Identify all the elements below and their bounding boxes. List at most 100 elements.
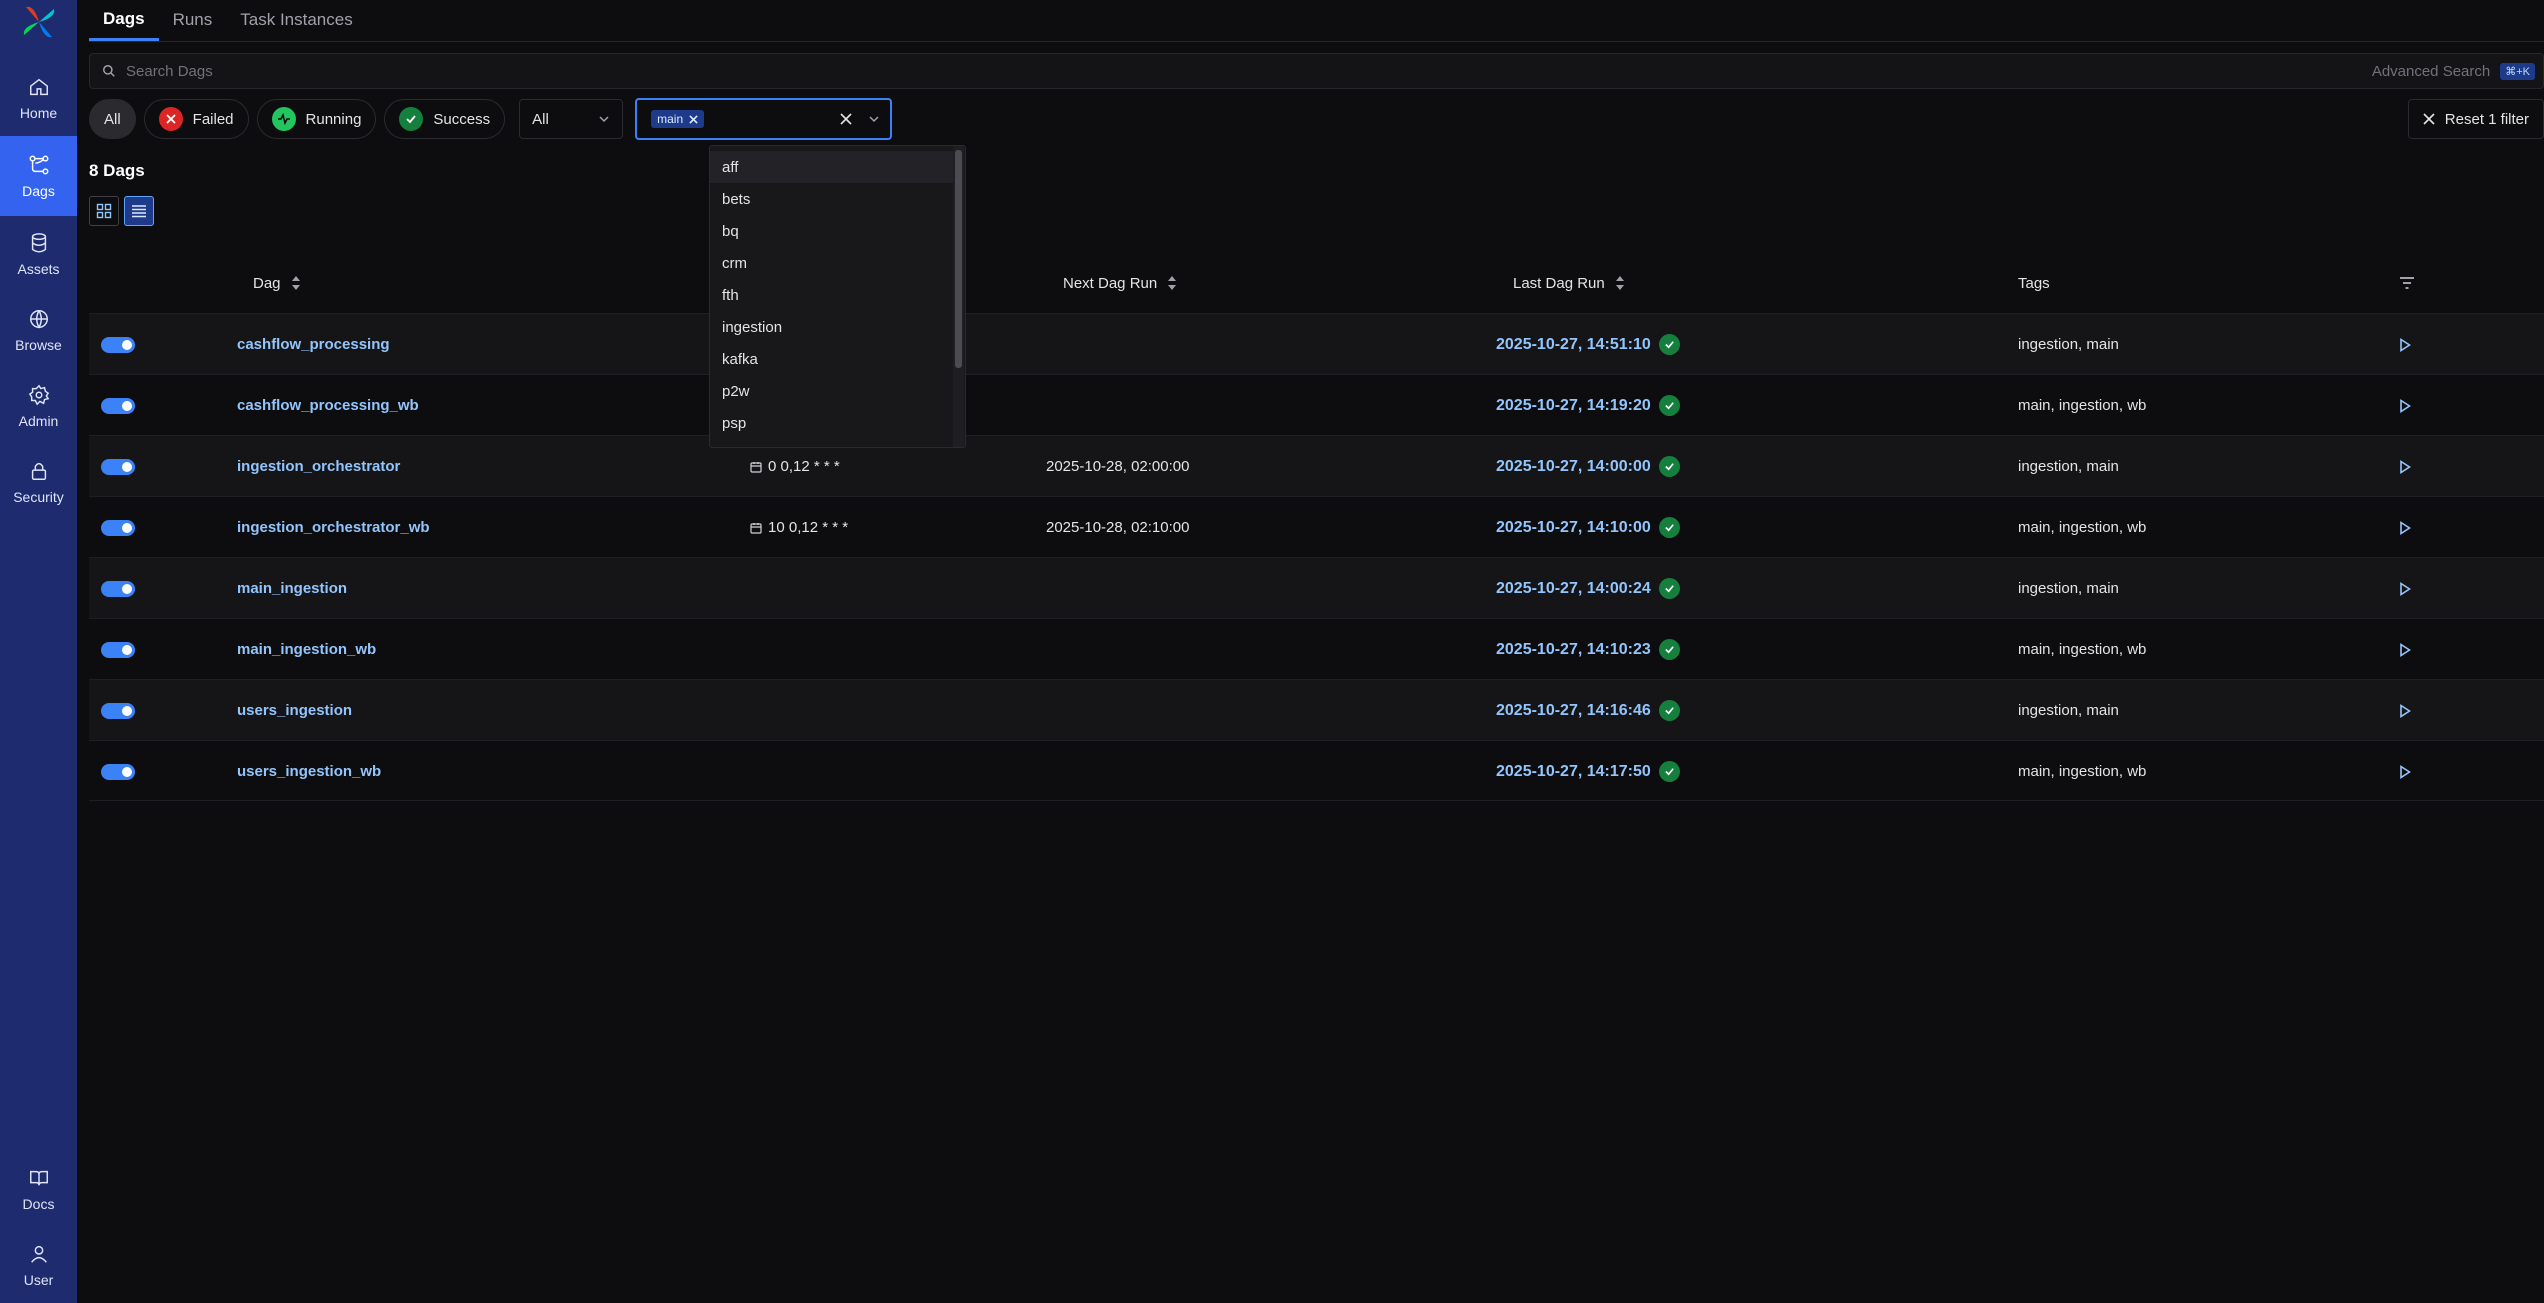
col-dag[interactable]: Dag <box>253 275 301 292</box>
tag-option[interactable]: psp <box>710 407 954 439</box>
dag-cell: main_ingestion_wb <box>237 619 376 680</box>
last-run-link[interactable]: 2025-10-27, 14:10:23 <box>1496 641 1651 659</box>
tag-option[interactable]: crm <box>710 247 954 279</box>
tag-option[interactable]: ingestion <box>710 311 954 343</box>
play-icon[interactable] <box>2399 459 2411 474</box>
filter-all[interactable]: All <box>89 99 136 139</box>
play-icon[interactable] <box>2399 642 2411 657</box>
dag-link[interactable]: cashflow_processing <box>237 336 390 353</box>
pause-toggle[interactable] <box>101 763 135 780</box>
filter-failed[interactable]: Failed <box>143 99 249 139</box>
book-icon <box>29 1170 48 1185</box>
card-view-button[interactable] <box>89 196 119 226</box>
nav-browse[interactable]: Browse <box>0 292 77 368</box>
tag-option[interactable]: aff <box>710 151 954 183</box>
col-next-run[interactable]: Next Dag Run <box>1063 275 1177 292</box>
pause-toggle[interactable] <box>101 702 135 719</box>
last-run-link[interactable]: 2025-10-27, 14:51:10 <box>1496 336 1651 354</box>
state-select[interactable]: All <box>519 99 624 139</box>
dag-link[interactable]: main_ingestion_wb <box>237 641 376 658</box>
pause-toggle[interactable] <box>101 458 135 475</box>
tag-option[interactable]: bets <box>710 183 954 215</box>
pinwheel-logo-icon <box>23 6 54 38</box>
filter-running[interactable]: Running <box>256 99 377 139</box>
table-view-button[interactable] <box>124 196 154 226</box>
dropdown-scrollbar[interactable] <box>955 150 962 368</box>
dag-cell: cashflow_processing <box>237 314 390 375</box>
search-bar[interactable]: Search Dags Advanced Search ⌘+K <box>89 53 2544 89</box>
dag-link[interactable]: users_ingestion <box>237 702 352 719</box>
sort-icon <box>1615 276 1624 290</box>
tab-runs[interactable]: Runs <box>159 0 227 41</box>
last-run-link[interactable]: 2025-10-27, 14:00:24 <box>1496 580 1651 598</box>
dag-link[interactable]: main_ingestion <box>237 580 347 597</box>
nav-assets[interactable]: Assets <box>0 216 77 292</box>
success-icon <box>1658 639 1680 660</box>
dag-link[interactable]: users_ingestion_wb <box>237 763 381 780</box>
col-tags-label: Tags <box>2018 274 2050 292</box>
filter-success[interactable]: Success <box>384 99 506 139</box>
nav-user[interactable]: User <box>0 1227 77 1303</box>
dags-table: Dag Next Dag Run Last Dag Run Tags cashf… <box>89 253 2544 801</box>
play-icon[interactable] <box>2399 764 2411 779</box>
tags-text: main, ingestion, wb <box>2018 519 2147 536</box>
search-input[interactable]: Search Dags <box>126 63 2372 80</box>
gear-icon <box>28 384 49 405</box>
play-icon[interactable] <box>2399 703 2411 718</box>
calendar-icon <box>750 522 762 534</box>
last-run-link[interactable]: 2025-10-27, 14:19:20 <box>1496 397 1651 415</box>
tag-dropdown: aff bets bq crm fth ingestion kafka p2w psp <box>709 145 966 448</box>
sort-icon <box>291 276 300 290</box>
play-icon[interactable] <box>2399 398 2411 413</box>
chevron-down-icon[interactable] <box>868 113 880 125</box>
last-run-link[interactable]: 2025-10-27, 14:17:50 <box>1496 763 1651 781</box>
tag-option[interactable]: p2w <box>710 375 954 407</box>
reset-filters-button[interactable]: Reset 1 filter <box>2407 99 2544 139</box>
last-run-link[interactable]: 2025-10-27, 14:16:46 <box>1496 702 1651 720</box>
dag-link[interactable]: ingestion_orchestrator <box>237 458 400 475</box>
pause-toggle[interactable] <box>101 641 135 658</box>
schedule-text: 10 0,12 * * * <box>768 519 849 536</box>
dag-link[interactable]: ingestion_orchestrator_wb <box>237 519 430 536</box>
col-last-run-label: Last Dag Run <box>1513 274 1605 292</box>
nav-dags[interactable]: Dags <box>0 136 77 216</box>
pause-toggle[interactable] <box>101 336 135 353</box>
tab-task-instances[interactable]: Task Instances <box>226 0 366 41</box>
last-run-link[interactable]: 2025-10-27, 14:00:00 <box>1496 458 1651 476</box>
last-run-cell: 2025-10-27, 14:19:20 <box>1496 375 1680 436</box>
tags-cell: main, ingestion, wb <box>2018 619 2146 680</box>
tag-select[interactable]: main <box>635 98 893 140</box>
chevron-down-icon <box>599 116 609 123</box>
nav-assets-label: Assets <box>17 260 60 277</box>
lock-icon <box>31 462 46 480</box>
play-icon[interactable] <box>2399 581 2411 596</box>
airflow-logo[interactable] <box>17 0 61 44</box>
advanced-search-link[interactable]: Advanced Search <box>2372 63 2490 80</box>
dag-count: 8 Dags <box>89 161 145 180</box>
trigger-cell <box>2399 314 2411 375</box>
col-last-run[interactable]: Last Dag Run <box>1513 275 1625 292</box>
dags-icon <box>29 155 48 174</box>
tag-option[interactable]: bq <box>710 215 954 247</box>
last-run-cell: 2025-10-27, 14:00:00 <box>1496 436 1680 497</box>
play-icon[interactable] <box>2399 337 2411 352</box>
pause-toggle[interactable] <box>101 580 135 597</box>
last-run-cell: 2025-10-27, 14:51:10 <box>1496 314 1680 375</box>
pause-toggle[interactable] <box>101 397 135 414</box>
nav-docs[interactable]: Docs <box>0 1151 77 1227</box>
last-run-link[interactable]: 2025-10-27, 14:10:00 <box>1496 519 1651 537</box>
nav-security[interactable]: Security <box>0 444 77 520</box>
column-settings-button[interactable] <box>2399 276 2415 290</box>
tag-option[interactable]: fth <box>710 279 954 311</box>
play-icon[interactable] <box>2399 520 2411 535</box>
shortcut-badge: ⌘+K <box>2500 62 2535 80</box>
toggle-cell <box>101 680 135 741</box>
tab-dags[interactable]: Dags <box>89 0 159 41</box>
dag-link[interactable]: cashflow_processing_wb <box>237 397 419 414</box>
clear-icon[interactable] <box>840 113 852 125</box>
remove-tag-icon[interactable] <box>689 114 698 124</box>
tag-option[interactable]: kafka <box>710 343 954 375</box>
nav-home[interactable]: Home <box>0 60 77 136</box>
pause-toggle[interactable] <box>101 519 135 536</box>
nav-admin[interactable]: Admin <box>0 368 77 444</box>
